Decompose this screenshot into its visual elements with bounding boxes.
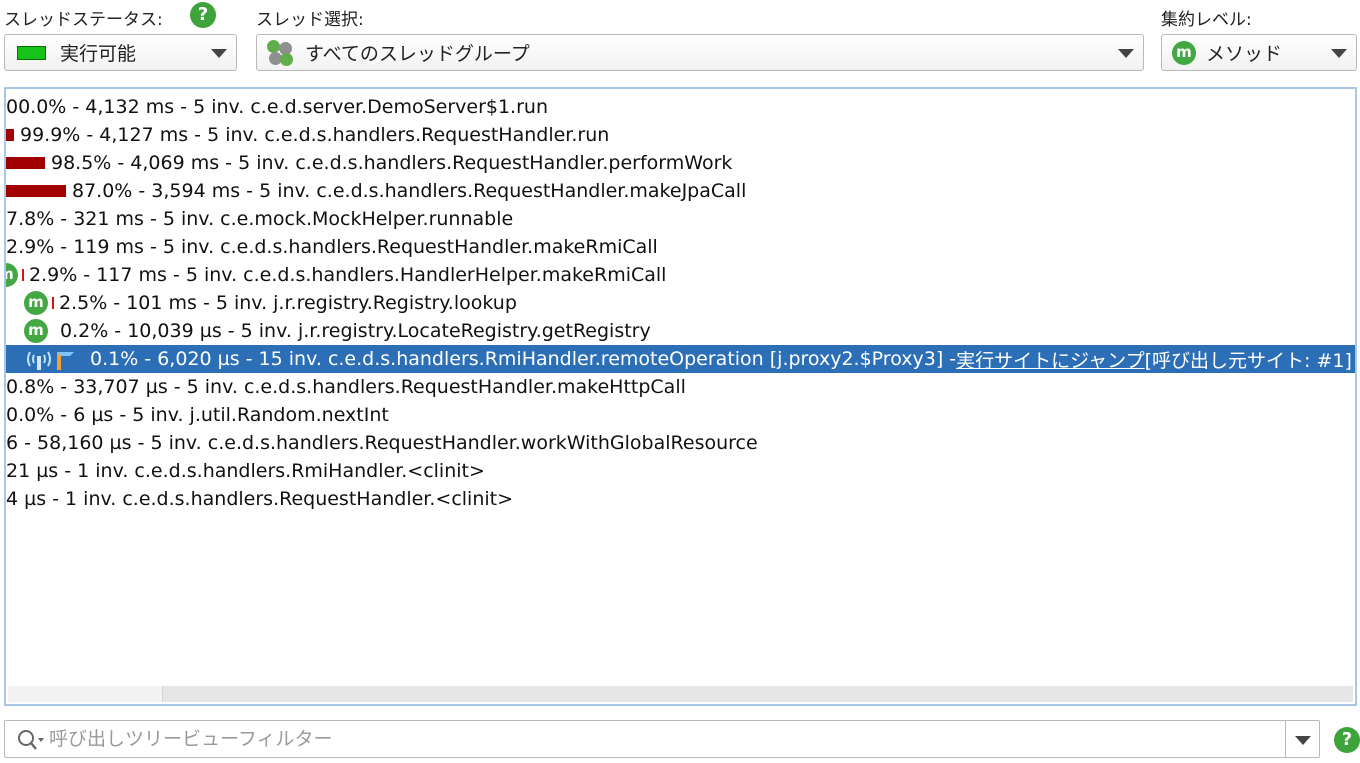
aggregation-level-select[interactable]: m メソッド [1161,34,1357,71]
tree-row[interactable]: m 0.2% - 10,039 µs - 5 inv. j.r.registry… [24,317,651,345]
tree-row[interactable]: 7.8% - 321 ms - 5 inv. c.e.mock.MockHelp… [6,205,513,233]
call-tree-filter[interactable] [4,720,1320,758]
thread-select-dropdown[interactable]: すべてのスレッドグループ [256,34,1144,71]
time-bar [22,269,24,281]
tree-row-text: 0.0% - 6 µs - 5 inv. j.util.Random.nextI… [6,404,389,426]
method-icon: m [6,263,18,287]
filter-dropdown-button[interactable] [1285,721,1319,757]
thread-group-icon [267,39,293,66]
method-icon: m [24,319,48,343]
help-icon[interactable]: ? [1334,727,1360,753]
chevron-down-icon [211,49,227,58]
aggregation-level-value: メソッド [1206,43,1283,65]
tree-row-text: 2.9% - 119 ms - 5 inv. c.e.d.s.handlers.… [6,236,658,258]
filter-input[interactable] [49,725,1269,753]
tree-row-text: 7.8% - 321 ms - 5 inv. c.e.mock.MockHelp… [6,208,514,230]
chevron-down-icon [1118,49,1134,58]
time-bar [6,157,45,169]
chevron-down-icon [1331,49,1347,58]
caller-site-text: [呼び出し元サイト: #1] [1144,349,1352,372]
jump-to-execution-site-link[interactable]: 実行サイトにジャンプ [956,346,1144,373]
chevron-down-icon [1295,736,1311,745]
search-icon[interactable] [17,729,47,751]
tree-row-selected[interactable]: 0.1% - 6,020 µs - 15 inv. c.e.d.s.handle… [6,345,1355,373]
scrollbar-thumb[interactable] [8,686,163,702]
thread-status-value: 実行可能 [60,43,137,65]
tree-row[interactable]: 0.8% - 33,707 µs - 5 inv. c.e.d.s.handle… [6,373,686,401]
tree-row[interactable]: 0.0% - 6 µs - 5 inv. j.util.Random.nextI… [6,401,389,429]
tree-row[interactable]: 4 µs - 1 inv. c.e.d.s.handlers.RequestHa… [6,485,513,513]
method-icon: m [1172,40,1196,65]
tree-row-text: 4 µs - 1 inv. c.e.d.s.handlers.RequestHa… [6,488,514,510]
thread-select-value: すべてのスレッドグループ [305,43,530,65]
thread-status-select[interactable]: 実行可能 [4,34,237,71]
tree-row-text: 87.0% - 3,594 ms - 5 inv. c.e.d.s.handle… [72,180,747,202]
tree-row[interactable]: 6 - 58,160 µs - 5 inv. c.e.d.s.handlers.… [6,429,758,457]
tree-row-text: 2.5% - 101 ms - 5 inv. j.r.registry.Regi… [59,292,517,314]
tree-row-text: 98.5% - 4,069 ms - 5 inv. c.e.d.s.handle… [51,152,733,174]
tree-row-text: 0.1% - 6,020 µs - 15 inv. c.e.d.s.handle… [90,348,957,370]
runnable-status-icon [17,45,46,60]
tree-row[interactable]: 98.5% - 4,069 ms - 5 inv. c.e.d.s.handle… [6,149,732,177]
thread-select-label: スレッド選択: [256,10,364,30]
time-bar [6,129,14,141]
time-bar [6,185,66,197]
help-icon[interactable]: ? [190,2,216,28]
tree-row[interactable]: 2.9% - 119 ms - 5 inv. c.e.d.s.handlers.… [6,233,658,261]
tree-row-text: 0.8% - 33,707 µs - 5 inv. c.e.d.s.handle… [6,376,686,398]
tree-row[interactable]: 00.0% - 4,132 ms - 5 inv. c.e.d.server.D… [6,93,548,121]
method-icon: m [24,291,48,315]
time-bar [52,297,54,309]
tree-row[interactable]: m 2.9% - 117 ms - 5 inv. c.e.d.s.handler… [6,261,667,289]
tree-row-text: 00.0% - 4,132 ms - 5 inv. c.e.d.server.D… [6,96,548,118]
tree-row-text: 6 - 58,160 µs - 5 inv. c.e.d.s.handlers.… [6,432,758,454]
tree-row-text: 0.2% - 10,039 µs - 5 inv. j.r.registry.L… [60,320,651,342]
rmi-antenna-icon [27,351,51,370]
tree-row[interactable]: m 2.5% - 101 ms - 5 inv. j.r.registry.Re… [24,289,517,317]
horizontal-scrollbar[interactable] [8,686,1353,702]
thread-status-label: スレッドステータス: [4,10,163,30]
jump-arrow-icon [57,352,74,370]
tree-row-text: 99.9% - 4,127 ms - 5 inv. c.e.d.s.handle… [20,124,610,146]
tree-row[interactable]: 99.9% - 4,127 ms - 5 inv. c.e.d.s.handle… [6,121,609,149]
aggregation-level-label: 集約レベル: [1161,10,1252,30]
tree-row-text: 21 µs - 1 inv. c.e.d.s.handlers.RmiHandl… [6,460,485,482]
tree-row[interactable]: 21 µs - 1 inv. c.e.d.s.handlers.RmiHandl… [6,457,485,485]
tree-row[interactable]: 87.0% - 3,594 ms - 5 inv. c.e.d.s.handle… [6,177,746,205]
call-tree-view[interactable]: 00.0% - 4,132 ms - 5 inv. c.e.d.server.D… [4,87,1357,706]
tree-row-text: 2.9% - 117 ms - 5 inv. c.e.d.s.handlers.… [29,264,667,286]
